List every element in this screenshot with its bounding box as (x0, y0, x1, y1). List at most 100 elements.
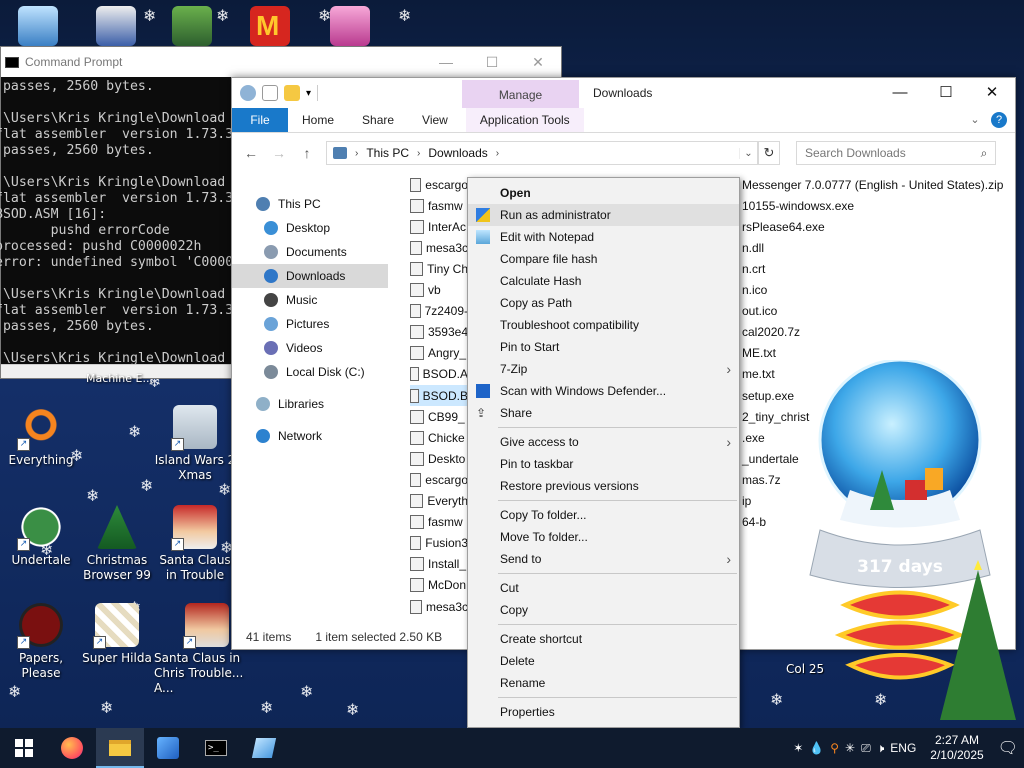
qat-dropdown-icon[interactable]: ▾ (306, 88, 311, 99)
menu-item-scan-with-windows-defender[interactable]: Scan with Windows Defender... (468, 380, 739, 402)
file-row[interactable]: vb (410, 280, 468, 301)
refresh-button[interactable]: ↻ (758, 141, 780, 165)
maximize-button[interactable]: ☐ (923, 78, 969, 108)
explorer-titlebar[interactable]: ▾ Manage Downloads — ☐ ✕ (232, 78, 1015, 108)
file-row[interactable]: BSOD.A (410, 364, 468, 385)
app-icon[interactable] (96, 6, 136, 46)
nav-item-libraries[interactable]: Libraries (232, 392, 388, 416)
file-row-partial[interactable]: n.crt (742, 258, 765, 279)
address-bar[interactable]: › This PC › Downloads › ⌄ (326, 141, 758, 165)
menu-item-open[interactable]: Open (468, 182, 739, 204)
taskbar-app-2[interactable] (240, 728, 288, 768)
taskbar-firefox[interactable] (48, 728, 96, 768)
network-icon[interactable]: ⎚ (861, 741, 871, 756)
computer-icon[interactable] (18, 6, 58, 46)
desktop-icon-island-wars[interactable]: ↗ Island Wars 2 Xmas (154, 405, 236, 483)
language-indicator[interactable]: ENG (890, 741, 916, 755)
tab-home[interactable]: Home (288, 108, 348, 132)
mcdonalds-icon[interactable]: M (250, 6, 290, 46)
menu-item-create-shortcut[interactable]: Create shortcut (468, 628, 739, 650)
nav-item-this-pc[interactable]: This PC (232, 192, 388, 216)
maximize-button[interactable]: ☐ (469, 54, 515, 71)
menu-item-edit-with-notepad[interactable]: Edit with Notepad (468, 226, 739, 248)
file-row-partial[interactable]: .exe (742, 427, 765, 448)
taskbar-app[interactable] (144, 728, 192, 768)
tab-manage[interactable]: Manage (462, 80, 579, 108)
chevron-right-icon[interactable]: › (355, 148, 358, 159)
taskbar-command-prompt[interactable]: >_ (192, 728, 240, 768)
file-row[interactable]: Everyth (410, 491, 468, 512)
desktop-icon-everything[interactable]: ↗ Everything (0, 405, 82, 468)
navigation-pane[interactable]: This PC Desktop Documents Downloads Music Pic… (232, 174, 392, 614)
nav-item-pictures[interactable]: Pictures (232, 312, 388, 336)
file-row[interactable]: McDon (410, 575, 468, 596)
nav-item-documents[interactable]: Documents (232, 240, 388, 264)
nav-item-network[interactable]: Network (232, 424, 388, 448)
search-input[interactable]: Search Downloads ⌕ (796, 141, 996, 165)
file-row[interactable]: Install_ (410, 554, 468, 575)
file-row[interactable]: Angry_ (410, 343, 468, 364)
desktop-icon-santa-trouble[interactable]: ↗ Santa Claus in Trouble (154, 505, 236, 583)
volume-icon[interactable]: 🕨 (877, 741, 885, 756)
file-row[interactable]: escargo (410, 469, 468, 490)
menu-item-compare-file-hash[interactable]: Compare file hash (468, 248, 739, 270)
help-icon[interactable]: ? (991, 112, 1007, 128)
menu-item-rename[interactable]: Rename (468, 672, 739, 694)
file-row[interactable]: CB99_ (410, 406, 468, 427)
properties-icon[interactable] (262, 85, 278, 101)
cmd-titlebar[interactable]: Command Prompt — ☐ ✕ (1, 47, 561, 77)
breadcrumb-this-pc[interactable]: This PC (366, 146, 409, 160)
menu-item-restore-previous-versions[interactable]: Restore previous versions (468, 475, 739, 497)
file-row[interactable]: escargo (410, 174, 468, 195)
file-row[interactable]: fasmw (410, 195, 468, 216)
tray-drop-icon[interactable]: 💧 (809, 741, 824, 755)
desktop-icon-undertale[interactable]: ↗ Undertale (0, 505, 82, 568)
nav-item-desktop[interactable]: Desktop (232, 216, 388, 240)
tray-everything-icon[interactable]: ⚲ (830, 741, 839, 755)
forward-arrow-icon[interactable]: → (270, 145, 288, 161)
menu-item-give-access-to[interactable]: Give access to › (468, 431, 739, 453)
menu-item-share[interactable]: ⇪ Share (468, 402, 739, 424)
menu-item-run-as-administrator[interactable]: Run as administrator (468, 204, 739, 226)
file-row[interactable]: InterAc (410, 216, 468, 237)
menu-item-pin-to-start[interactable]: Pin to Start (468, 336, 739, 358)
menu-item-copy-to-folder[interactable]: Copy To folder... (468, 504, 739, 526)
breadcrumb-downloads[interactable]: Downloads (428, 146, 487, 160)
file-row-partial[interactable]: rsPlease64.exe (742, 216, 825, 237)
desktop-icon-super-hilda[interactable]: ↗ Super Hilda (76, 603, 158, 666)
menu-item-pin-to-taskbar[interactable]: Pin to taskbar (468, 453, 739, 475)
start-button[interactable] (0, 728, 48, 768)
file-row[interactable]: mesa3c (410, 237, 468, 258)
chevron-down-icon[interactable]: ⌄ (739, 147, 757, 159)
file-row-partial[interactable]: Messenger 7.0.0777 (English - United Sta… (742, 174, 1003, 195)
desktop-icon-christmas-browser[interactable]: Christmas Browser 99 (76, 505, 158, 583)
file-row[interactable]: 3593e4 (410, 322, 468, 343)
file-row-partial[interactable]: ip (742, 491, 751, 512)
menu-item-copy[interactable]: Copy (468, 599, 739, 621)
file-row-partial[interactable]: cal2020.7z (742, 322, 800, 343)
menu-item-calculate-hash[interactable]: Calculate Hash (468, 270, 739, 292)
pig-game-icon[interactable] (330, 6, 370, 46)
new-folder-icon[interactable] (284, 85, 300, 101)
menu-item-cut[interactable]: Cut (468, 577, 739, 599)
context-menu[interactable]: Open Run as administrator Edit with Notepa… (467, 177, 740, 728)
nav-item-videos[interactable]: Videos (232, 336, 388, 360)
close-button[interactable]: ✕ (969, 78, 1015, 108)
notifications-icon[interactable]: 🗨 (998, 738, 1018, 758)
file-row[interactable]: fasmw (410, 512, 468, 533)
file-row-partial[interactable]: n.dll (742, 237, 764, 258)
file-row[interactable]: 7z2409- (410, 301, 468, 322)
chevron-right-icon[interactable]: › (417, 148, 420, 159)
tray-app-icon[interactable]: ✶ (793, 741, 803, 755)
nav-item-music[interactable]: Music (232, 288, 388, 312)
menu-item-7-zip[interactable]: 7-Zip › (468, 358, 739, 380)
file-row[interactable]: mesa3c (410, 596, 468, 614)
game-character-icon[interactable] (172, 6, 212, 46)
file-row[interactable]: Fusion3 (410, 533, 468, 554)
taskbar-file-explorer[interactable] (96, 728, 144, 768)
nav-item-downloads[interactable]: Downloads (232, 264, 388, 288)
menu-item-properties[interactable]: Properties (468, 701, 739, 723)
back-arrow-icon[interactable]: ← (242, 145, 260, 161)
chevron-right-icon[interactable]: › (496, 148, 499, 159)
nav-item-local-disk-c[interactable]: Local Disk (C:) (232, 360, 388, 384)
